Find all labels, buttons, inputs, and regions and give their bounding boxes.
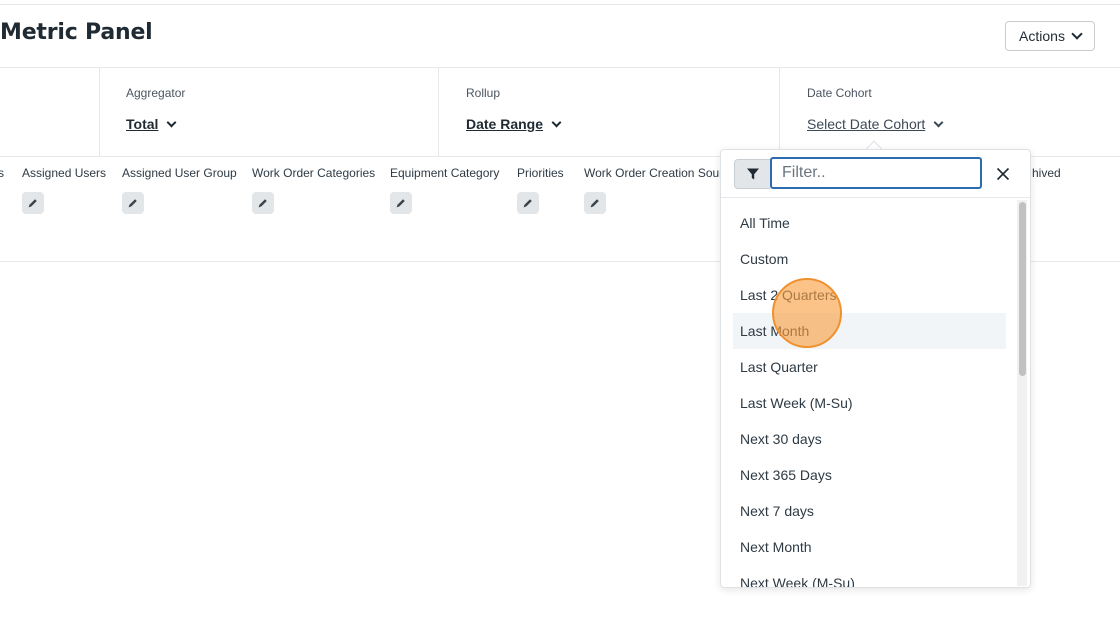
filter-label: Assigned Users bbox=[22, 166, 107, 180]
filter-label: Equipment Category bbox=[390, 166, 500, 180]
dropdown-option[interactable]: Last Quarter bbox=[733, 349, 1006, 385]
metric-config-row: Aggregator Total Rollup Date Range Date … bbox=[0, 67, 1120, 157]
pencil-icon bbox=[258, 199, 267, 208]
chevron-down-icon bbox=[933, 117, 944, 127]
filter-label: Work Order Categories bbox=[252, 166, 376, 180]
dropdown-option[interactable]: Last Month bbox=[733, 313, 1006, 349]
chevron-down-icon bbox=[1071, 28, 1083, 40]
dropdown-option[interactable]: Next 7 days bbox=[733, 493, 1006, 529]
rollup-value: Date Range bbox=[466, 116, 544, 132]
filter-item: Work Order Categories bbox=[252, 166, 376, 214]
edit-filter-button[interactable] bbox=[517, 192, 539, 214]
filter-item: Priorities bbox=[517, 166, 564, 214]
date-cohort-value: Select Date Cohort bbox=[807, 116, 926, 132]
pencil-icon bbox=[396, 199, 405, 208]
dropdown-option[interactable]: Next Month bbox=[733, 529, 1006, 565]
date-cohort-select[interactable]: Select Date Cohort bbox=[807, 116, 944, 132]
chevron-down-icon bbox=[551, 117, 562, 127]
rollup-select[interactable]: Date Range bbox=[466, 116, 562, 132]
pencil-icon bbox=[28, 199, 37, 208]
column-divider bbox=[99, 68, 100, 156]
filter-item: hived bbox=[1032, 166, 1061, 180]
aggregator-label: Aggregator bbox=[126, 86, 186, 100]
dropdown-filter-bar bbox=[721, 150, 1030, 198]
filter-label: hived bbox=[1032, 166, 1061, 180]
filter-item: Assigned User Group bbox=[122, 166, 237, 214]
close-icon bbox=[996, 167, 1010, 181]
edit-filter-button[interactable] bbox=[252, 192, 274, 214]
column-divider bbox=[779, 68, 780, 156]
dropdown-option[interactable]: Next 30 days bbox=[733, 421, 1006, 457]
pencil-icon bbox=[128, 199, 137, 208]
filter-label: Work Order Creation Source bbox=[584, 166, 736, 180]
filter-icon-box bbox=[734, 159, 770, 189]
funnel-icon bbox=[746, 168, 759, 180]
filter-item: Assigned Users bbox=[22, 166, 107, 214]
filter-label: s bbox=[0, 166, 4, 180]
aggregator-select[interactable]: Total bbox=[126, 116, 177, 132]
dropdown-filter-input[interactable] bbox=[770, 157, 982, 189]
dropdown-option[interactable]: Next Week (M-Su) bbox=[733, 565, 1006, 587]
date-cohort-dropdown: All TimeCustomLast 2 QuartersLast MonthL… bbox=[720, 149, 1031, 588]
edit-filter-button[interactable] bbox=[22, 192, 44, 214]
date-cohort-options: All Time Custom Last 2 Quarters Last Month L… bbox=[733, 205, 1006, 587]
dropdown-option[interactable]: All Time bbox=[733, 205, 1006, 241]
filter-label: Assigned User Group bbox=[122, 166, 237, 180]
filter-item: s bbox=[0, 166, 4, 180]
column-divider bbox=[438, 68, 439, 156]
dropdown-option[interactable]: Last Week (M-Su) bbox=[733, 385, 1006, 421]
scrollbar-thumb[interactable] bbox=[1019, 202, 1026, 376]
date-cohort-label: Date Cohort bbox=[807, 86, 872, 100]
actions-button[interactable]: Actions bbox=[1005, 21, 1095, 51]
pencil-icon bbox=[523, 199, 532, 208]
filter-item: Equipment Category bbox=[390, 166, 500, 214]
dropdown-option[interactable]: Last 2 Quarters bbox=[733, 277, 1006, 313]
edit-filter-button[interactable] bbox=[390, 192, 412, 214]
top-divider bbox=[0, 4, 1120, 5]
dropdown-option[interactable]: Next 365 Days bbox=[733, 457, 1006, 493]
actions-button-label: Actions bbox=[1019, 28, 1065, 44]
pencil-icon bbox=[590, 199, 599, 208]
dropdown-option[interactable]: Custom bbox=[733, 241, 1006, 277]
page-title: Metric Panel bbox=[0, 20, 153, 45]
chevron-down-icon bbox=[166, 117, 177, 127]
edit-filter-button[interactable] bbox=[584, 192, 606, 214]
filter-item: Work Order Creation Source bbox=[584, 166, 736, 214]
rollup-label: Rollup bbox=[466, 86, 501, 100]
aggregator-value: Total bbox=[126, 116, 159, 132]
filter-label: Priorities bbox=[517, 166, 564, 180]
edit-filter-button[interactable] bbox=[122, 192, 144, 214]
clear-filter-button[interactable] bbox=[993, 164, 1013, 184]
